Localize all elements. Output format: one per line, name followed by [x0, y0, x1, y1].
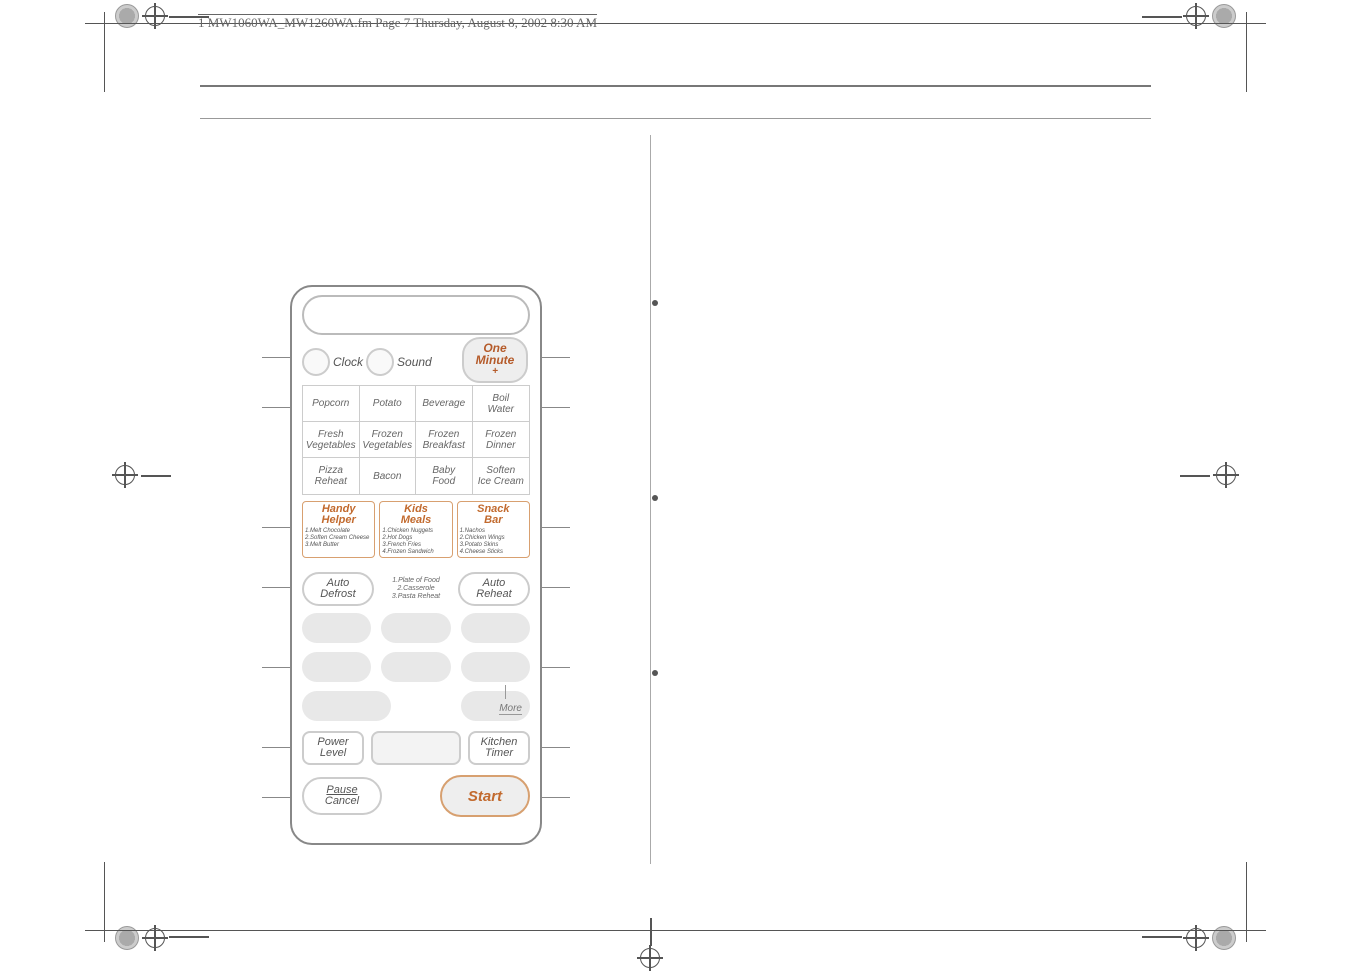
numpad-key[interactable]	[461, 652, 530, 682]
leader-line	[262, 357, 292, 358]
one-minute-plus: +	[492, 366, 498, 378]
leader-line	[262, 587, 292, 588]
leader-line	[540, 357, 570, 358]
leader-line	[262, 527, 292, 528]
auto-reheat-options: 1.Plate of Food 2.Casserole 3.Pasta Rehe…	[374, 577, 458, 601]
frame-vert	[104, 862, 105, 942]
display-window	[302, 295, 530, 335]
power-level-button[interactable]: Power Level	[302, 731, 364, 765]
leader-line	[262, 667, 292, 668]
leader-line	[262, 407, 292, 408]
func-popcorn[interactable]: Popcorn	[303, 386, 360, 422]
numpad-key[interactable]	[302, 691, 391, 721]
reg-mark-tl	[115, 4, 139, 28]
numpad-key[interactable]	[302, 652, 371, 682]
leader-line	[540, 797, 570, 798]
page-header-filename: 1 MW1060WA_MW1260WA.fm Page 7 Thursday, …	[198, 15, 597, 33]
content-rule	[200, 118, 1151, 119]
func-baby-food[interactable]: Baby Food	[416, 458, 473, 494]
func-beverage[interactable]: Beverage	[416, 386, 473, 422]
frame-line-bottom	[85, 930, 1266, 931]
column-divider	[650, 135, 651, 864]
list-bullet	[652, 300, 658, 306]
microwave-control-panel: Clock Sound One Minute + Popcorn Potato …	[290, 285, 542, 845]
numpad-key[interactable]	[381, 613, 450, 643]
more-label: More	[499, 703, 522, 715]
cat-handy-helper[interactable]: Handy Helper 1.Melt Chocolate 2.Soften C…	[302, 501, 375, 558]
auto-defrost-button[interactable]: Auto Defrost	[302, 572, 374, 606]
numpad-key[interactable]	[461, 613, 530, 643]
cat-title: Kids Meals	[382, 504, 449, 526]
more-line	[505, 685, 506, 699]
cat-title: Handy Helper	[305, 504, 372, 526]
auto-reheat-button[interactable]: Auto Reheat	[458, 572, 530, 606]
leader-line	[262, 797, 292, 798]
function-grid: Popcorn Potato Beverage Boil Water Fresh…	[302, 385, 530, 495]
leader-line	[540, 747, 570, 748]
leader-line	[540, 527, 570, 528]
cat-sub: 1.Nachos 2.Chicken Wings 3.Potato Skins …	[460, 528, 527, 556]
zero-key[interactable]	[371, 731, 461, 765]
leader-line	[540, 587, 570, 588]
kitchen-timer-button[interactable]: Kitchen Timer	[468, 731, 530, 765]
content-rule	[200, 85, 1151, 87]
pause-cancel-button[interactable]: Pause Cancel	[302, 777, 382, 815]
cat-sub: 1.Chicken Nuggets 2.Hot Dogs 3.French Fr…	[382, 528, 449, 556]
frame-vert	[1246, 862, 1247, 942]
frame-vert	[1246, 12, 1247, 92]
sound-button[interactable]	[366, 348, 394, 376]
cat-kids-meals[interactable]: Kids Meals 1.Chicken Nuggets 2.Hot Dogs …	[379, 501, 452, 558]
func-soften-ice-cream[interactable]: Soften Ice Cream	[473, 458, 530, 494]
frame-vert	[104, 12, 105, 92]
func-fresh-vegetables[interactable]: Fresh Vegetables	[303, 422, 360, 458]
func-frozen-breakfast[interactable]: Frozen Breakfast	[416, 422, 473, 458]
leader-line	[540, 667, 570, 668]
func-boil-water[interactable]: Boil Water	[473, 386, 530, 422]
cat-snack-bar[interactable]: Snack Bar 1.Nachos 2.Chicken Wings 3.Pot…	[457, 501, 530, 558]
cat-title: Snack Bar	[460, 504, 527, 526]
func-potato[interactable]: Potato	[360, 386, 417, 422]
list-bullet	[652, 495, 658, 501]
leader-line	[262, 747, 292, 748]
clock-label: Clock	[333, 355, 363, 369]
start-button[interactable]: Start	[440, 775, 530, 817]
clock-button[interactable]	[302, 348, 330, 376]
func-pizza-reheat[interactable]: Pizza Reheat	[303, 458, 360, 494]
number-pad	[302, 613, 530, 721]
list-bullet	[652, 670, 658, 676]
category-row: Handy Helper 1.Melt Chocolate 2.Soften C…	[302, 501, 530, 558]
cat-sub: 1.Melt Chocolate 2.Soften Cream Cheese 3…	[305, 528, 372, 549]
func-bacon[interactable]: Bacon	[360, 458, 417, 494]
func-frozen-dinner[interactable]: Frozen Dinner	[473, 422, 530, 458]
one-minute-plus-button[interactable]: One Minute +	[462, 337, 528, 383]
cancel-label: Cancel	[325, 796, 359, 807]
numpad-key[interactable]	[302, 613, 371, 643]
numpad-key[interactable]	[381, 652, 450, 682]
sound-label: Sound	[397, 355, 432, 369]
func-frozen-vegetables[interactable]: Frozen Vegetables	[360, 422, 417, 458]
leader-line	[540, 407, 570, 408]
one-minute-line2: Minute	[476, 354, 515, 366]
